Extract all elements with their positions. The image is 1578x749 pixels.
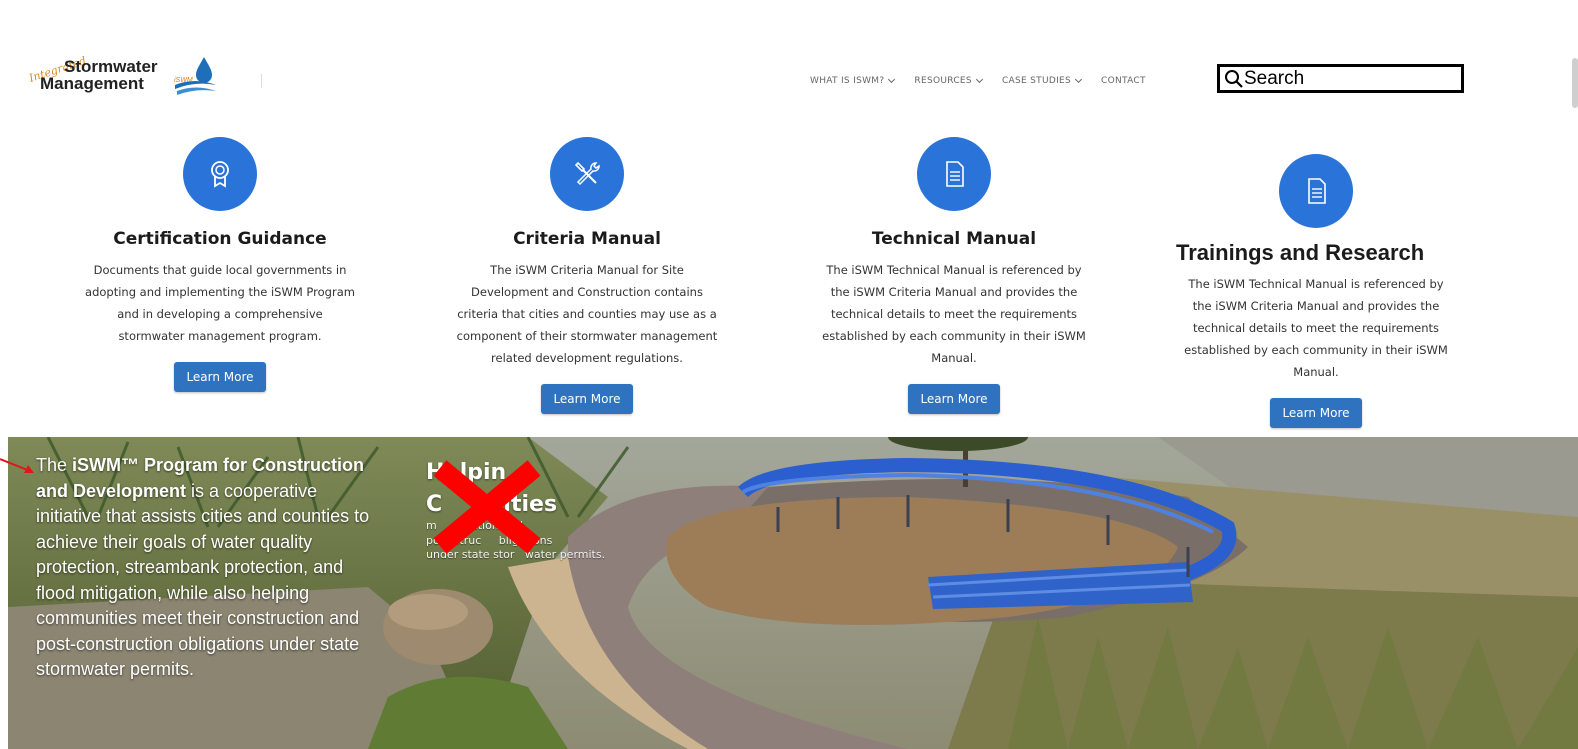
nav-what-is-iswm[interactable]: WHAT IS ISWM? (810, 75, 896, 86)
hero-text-pre: The (36, 455, 73, 475)
chevron-down-icon (1074, 75, 1083, 84)
desc-line: component of their stormwater management (456, 329, 718, 343)
chevron-down-icon (975, 75, 983, 84)
card-description: The iSWM Technical Manual is referenced … (1166, 273, 1466, 383)
nav-label: RESOURCES (914, 76, 972, 86)
desc-line: The iSWM Criteria Manual for Site (490, 263, 684, 277)
card-title: Trainings and Research (1176, 240, 1425, 265)
nav-label: CASE STUDIES (1001, 76, 1072, 86)
learn-more-button[interactable]: Learn More (541, 384, 633, 414)
logo-line-2: Management (40, 74, 144, 93)
card-title: Technical Manual (871, 229, 1037, 249)
desc-line: established by each community in their i… (822, 329, 1086, 343)
water-drop-logo-icon: iSWM (174, 57, 216, 95)
learn-more-button[interactable]: Learn More (1270, 398, 1362, 428)
card-title: Certification Guidance (113, 229, 327, 249)
card-certification-guidance: Certification Guidance Documents that gu… (70, 137, 370, 392)
card-description: The iSWM Technical Manual is referenced … (804, 259, 1104, 369)
red-x-annotation-icon (433, 460, 541, 554)
desc-line: The iSWM Technical Manual is referenced … (826, 263, 1082, 277)
red-arrow-annotation-icon (0, 458, 34, 473)
nav-label: WHAT IS ISWM? (810, 76, 885, 86)
logo-mark-text: iSWM (174, 77, 193, 84)
hero-description: The iSWM™ Program for Construction and D… (36, 453, 386, 683)
card-description: The iSWM Criteria Manual for Site Develo… (437, 259, 737, 369)
card-icon-circle (1279, 154, 1353, 228)
hero-text-post: is a cooperative initiative that assists… (36, 480, 370, 680)
search-box[interactable] (1217, 64, 1464, 93)
desc-line: Documents that guide local governments i… (93, 263, 347, 277)
main-nav: WHAT IS ISWM? RESOURCES CASE STUDIES CON… (810, 75, 1146, 86)
chevron-down-icon (888, 75, 896, 84)
site-logo[interactable]: Integrated Stormwater Management iSWM (27, 54, 228, 99)
desc-line: technical details to meet the requiremen… (1192, 321, 1440, 335)
desc-line: stormwater management program. (118, 329, 322, 343)
header-divider (261, 74, 262, 88)
learn-more-button[interactable]: Learn More (908, 384, 1000, 414)
desc-line: Manual. (931, 351, 977, 365)
card-title: Criteria Manual (513, 229, 661, 249)
desc-line: the iSWM Criteria Manual and provides th… (1192, 299, 1440, 313)
search-input[interactable] (1244, 67, 1444, 90)
nav-label: CONTACT (1101, 76, 1146, 86)
desc-line: and in developing a comprehensive (117, 307, 323, 321)
desc-line: Manual. (1293, 365, 1339, 379)
document-icon (1308, 178, 1326, 204)
tools-icon (574, 161, 600, 186)
document-icon (946, 161, 964, 187)
nav-resources[interactable]: RESOURCES (914, 75, 983, 86)
nav-contact[interactable]: CONTACT (1101, 76, 1146, 86)
desc-line: criteria that cities and counties may us… (457, 307, 717, 321)
search-icon[interactable] (1224, 69, 1244, 89)
hero-banner: The iSWM™ Program for Construction and D… (8, 437, 1578, 749)
desc-line: the iSWM Criteria Manual and provides th… (830, 285, 1078, 299)
card-technical-manual: Technical Manual The iSWM Technical Manu… (804, 137, 1104, 414)
card-criteria-manual: Criteria Manual The iSWM Criteria Manual… (437, 137, 737, 414)
card-icon-circle (917, 137, 991, 211)
desc-line: related development regulations. (491, 351, 683, 365)
desc-line: Development and Construction contains (471, 285, 703, 299)
card-icon-circle (550, 137, 624, 211)
learn-more-button[interactable]: Learn More (174, 362, 266, 392)
certificate-ribbon-icon (211, 161, 229, 188)
nav-case-studies[interactable]: CASE STUDIES (1001, 75, 1083, 86)
desc-line: The iSWM Technical Manual is referenced … (1188, 277, 1444, 291)
card-trainings-and-research: Trainings and Research The iSWM Technica… (1166, 154, 1466, 428)
card-icon-circle (183, 137, 257, 211)
desc-line: adopting and implementing the iSWM Progr… (85, 285, 355, 299)
desc-line: established by each community in their i… (1184, 343, 1448, 357)
desc-line: technical details to meet the requiremen… (830, 307, 1078, 321)
page-scrollbar[interactable] (1572, 58, 1578, 108)
card-description: Documents that guide local governments i… (70, 259, 370, 347)
